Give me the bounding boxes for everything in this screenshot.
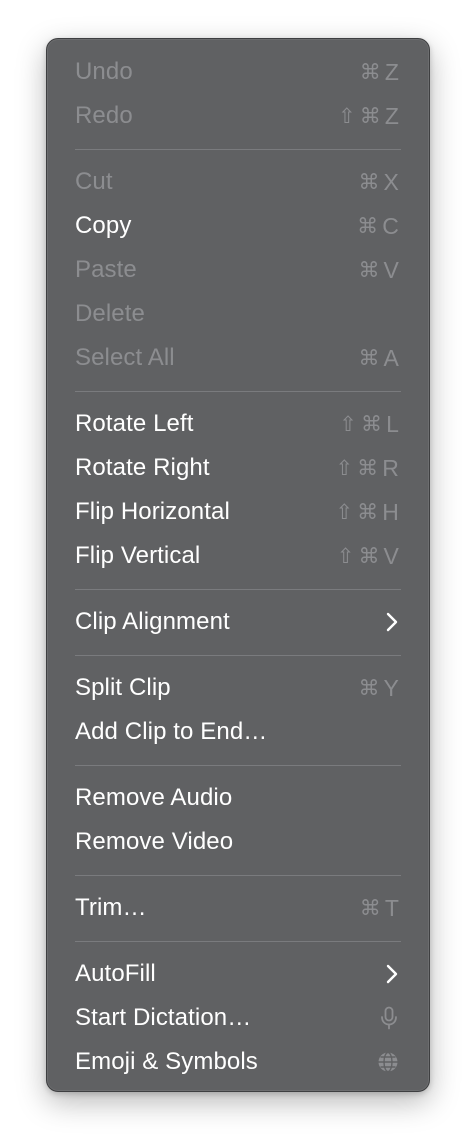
- keyboard-shortcut: ⌘ Z: [360, 59, 399, 86]
- shortcut-key: Z: [384, 58, 399, 85]
- menu-item-rotate-left[interactable]: Rotate Left ⇧ ⌘ L: [47, 402, 429, 446]
- command-key-glyph: ⌘: [357, 214, 379, 238]
- menu-item-remove-audio[interactable]: Remove Audio: [47, 776, 429, 820]
- menu-item-rotate-right[interactable]: Rotate Right ⇧ ⌘ R: [47, 446, 429, 490]
- shortcut-key: X: [383, 168, 399, 195]
- keyboard-shortcut: ⇧ ⌘ V: [337, 543, 399, 570]
- menu-item-delete[interactable]: Delete: [47, 292, 429, 336]
- shift-key-glyph: ⇧: [339, 412, 357, 436]
- shortcut-key: V: [383, 542, 399, 569]
- shortcut-key: L: [386, 410, 399, 437]
- menu-item-label: Undo: [75, 58, 133, 85]
- keyboard-shortcut: ⇧ ⌘ H: [335, 499, 399, 526]
- menu-item-undo[interactable]: Undo ⌘ Z: [47, 50, 429, 94]
- command-key-glyph: ⌘: [358, 346, 380, 370]
- menu-item-select-all[interactable]: Select All ⌘ A: [47, 336, 429, 380]
- keyboard-shortcut: ⌘ T: [360, 895, 399, 922]
- keyboard-shortcut: ⌘ Y: [358, 675, 399, 702]
- menu-item-label: Select All: [75, 344, 175, 371]
- menu-item-label: Paste: [75, 256, 137, 283]
- chevron-right-icon: [385, 964, 399, 984]
- menu-item-flip-horizontal[interactable]: Flip Horizontal ⇧ ⌘ H: [47, 490, 429, 534]
- menu-separator: [47, 864, 429, 886]
- command-key-glyph: ⌘: [359, 104, 381, 128]
- menu-separator: [47, 138, 429, 160]
- menu-item-label: Flip Horizontal: [75, 498, 230, 525]
- menu-separator: [47, 578, 429, 600]
- keyboard-shortcut: ⇧ ⌘ Z: [338, 103, 399, 130]
- keyboard-shortcut: ⌘ C: [357, 213, 399, 240]
- command-key-glyph: ⌘: [358, 544, 380, 568]
- shortcut-key: A: [383, 344, 399, 371]
- menu-item-flip-vertical[interactable]: Flip Vertical ⇧ ⌘ V: [47, 534, 429, 578]
- shift-key-glyph: ⇧: [335, 456, 354, 480]
- menu-item-label: Copy: [75, 212, 132, 239]
- keyboard-shortcut: ⌘ A: [358, 345, 399, 372]
- menu-separator: [47, 380, 429, 402]
- chevron-right-icon: [385, 612, 399, 632]
- shift-key-glyph: ⇧: [338, 104, 356, 128]
- menu-item-label: Add Clip to End…: [75, 718, 268, 745]
- keyboard-shortcut: ⇧ ⌘ L: [339, 411, 399, 438]
- shortcut-key: T: [384, 894, 399, 921]
- menu-item-label: Trim…: [75, 894, 147, 921]
- command-key-glyph: ⌘: [359, 896, 381, 920]
- menu-item-redo[interactable]: Redo ⇧ ⌘ Z: [47, 94, 429, 138]
- keyboard-shortcut: ⌘ V: [358, 257, 399, 284]
- menu-item-trim[interactable]: Trim… ⌘ T: [47, 886, 429, 930]
- context-menu: Undo ⌘ Z Redo ⇧ ⌘ Z Cut ⌘ X Copy ⌘ C Pas…: [46, 38, 430, 1092]
- globe-icon: [377, 1051, 399, 1073]
- menu-item-label: Rotate Left: [75, 410, 194, 437]
- menu-item-emoji-symbols[interactable]: Emoji & Symbols: [47, 1040, 429, 1084]
- menu-item-label: Redo: [75, 102, 133, 129]
- menu-item-label: AutoFill: [75, 960, 156, 987]
- keyboard-shortcut: ⌘ X: [358, 169, 399, 196]
- menu-item-add-clip-to-end[interactable]: Add Clip to End…: [47, 710, 429, 754]
- shortcut-key: R: [382, 454, 399, 481]
- menu-item-label: Remove Video: [75, 828, 234, 855]
- menu-separator: [47, 930, 429, 952]
- shortcut-key: Y: [383, 674, 399, 701]
- command-key-glyph: ⌘: [357, 500, 379, 524]
- command-key-glyph: ⌘: [359, 60, 381, 84]
- menu-item-copy[interactable]: Copy ⌘ C: [47, 204, 429, 248]
- menu-item-label: Rotate Right: [75, 454, 210, 481]
- menu-item-label: Split Clip: [75, 674, 171, 701]
- menu-item-label: Emoji & Symbols: [75, 1048, 258, 1075]
- menu-item-clip-alignment[interactable]: Clip Alignment: [47, 600, 429, 644]
- shift-key-glyph: ⇧: [336, 544, 355, 568]
- shortcut-key: H: [382, 498, 399, 525]
- menu-item-label: Start Dictation…: [75, 1004, 252, 1031]
- menu-item-label: Delete: [75, 300, 145, 327]
- menu-item-label: Cut: [75, 168, 113, 195]
- shift-key-glyph: ⇧: [335, 500, 354, 524]
- shortcut-key: V: [383, 256, 399, 283]
- command-key-glyph: ⌘: [358, 676, 380, 700]
- shortcut-key: Z: [384, 102, 399, 129]
- shortcut-key: C: [382, 212, 399, 239]
- menu-item-remove-video[interactable]: Remove Video: [47, 820, 429, 864]
- menu-separator: [47, 754, 429, 776]
- menu-item-cut[interactable]: Cut ⌘ X: [47, 160, 429, 204]
- menu-item-label: Flip Vertical: [75, 542, 201, 569]
- menu-item-label: Remove Audio: [75, 784, 233, 811]
- menu-item-split-clip[interactable]: Split Clip ⌘ Y: [47, 666, 429, 710]
- command-key-glyph: ⌘: [360, 412, 383, 436]
- menu-separator: [47, 644, 429, 666]
- command-key-glyph: ⌘: [358, 170, 380, 194]
- command-key-glyph: ⌘: [358, 258, 380, 282]
- command-key-glyph: ⌘: [357, 456, 379, 480]
- menu-item-start-dictation[interactable]: Start Dictation…: [47, 996, 429, 1040]
- keyboard-shortcut: ⇧ ⌘ R: [335, 455, 399, 482]
- microphone-icon: [379, 1006, 399, 1030]
- menu-item-autofill[interactable]: AutoFill: [47, 952, 429, 996]
- menu-item-label: Clip Alignment: [75, 608, 230, 635]
- menu-item-paste[interactable]: Paste ⌘ V: [47, 248, 429, 292]
